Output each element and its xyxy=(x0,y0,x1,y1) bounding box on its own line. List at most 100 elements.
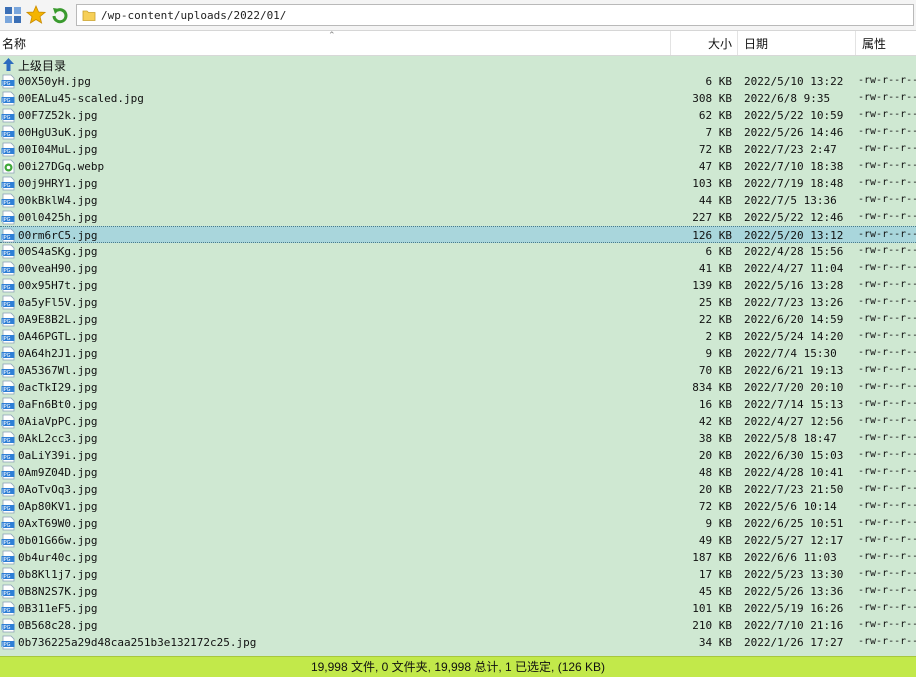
file-size: 72 KB xyxy=(698,500,732,513)
file-row[interactable]: JPG 0Am9Z04D.jpg 48 KB 2022/4/28 10:41 -rw-r… xyxy=(0,464,916,481)
file-row[interactable]: JPG 00l0425h.jpg 227 KB 2022/5/22 12:46 -rw-… xyxy=(0,209,916,226)
file-size: 6 KB xyxy=(705,75,733,88)
svg-text:JPG: JPG xyxy=(1,472,10,478)
file-row[interactable]: JPG 00I04MuL.jpg 72 KB 2022/7/23 2:47 -rw-r-… xyxy=(0,141,916,158)
file-row[interactable]: JPG 00HgU3uK.jpg 7 KB 2022/5/26 14:46 -rw-r-… xyxy=(0,124,916,141)
column-name[interactable]: 名称 xyxy=(2,31,670,55)
file-attributes: -rw-r--r-- xyxy=(858,109,916,120)
file-attributes: -rw-r--r-- xyxy=(858,313,916,324)
column-attr[interactable]: 属性 xyxy=(855,31,916,55)
file-row[interactable]: JPG 0AiaVpPC.jpg 42 KB 2022/4/27 12:56 -rw-r… xyxy=(0,413,916,430)
svg-text:JPG: JPG xyxy=(1,115,10,121)
file-row[interactable]: JPG 00F7Z52k.jpg 62 KB 2022/5/22 10:59 -rw-r… xyxy=(0,107,916,124)
file-size: 20 KB xyxy=(698,483,732,496)
file-date: 2022/6/30 15:03 xyxy=(744,449,844,462)
file-attributes: -rw-r--r-- xyxy=(858,636,916,647)
svg-text:JPG: JPG xyxy=(1,149,10,155)
jpg-file-icon: JPG xyxy=(1,448,16,463)
file-row[interactable]: JPG 00veaH90.jpg 41 KB 2022/4/27 11:04 -rw-r… xyxy=(0,260,916,277)
svg-text:JPG: JPG xyxy=(1,387,10,393)
file-row[interactable]: JPG 0B568c28.jpg 210 KB 2022/7/10 21:16 -rw-… xyxy=(0,617,916,634)
jpg-file-icon: JPG xyxy=(1,261,16,276)
file-row[interactable]: JPG 0A5367Wl.jpg 70 KB 2022/6/21 19:13 -rw-r… xyxy=(0,362,916,379)
file-row[interactable]: JPG 0b4ur40c.jpg 187 KB 2022/6/6 11:03 -rw-r… xyxy=(0,549,916,566)
file-attributes: -rw-r--r-- xyxy=(858,619,916,630)
file-row[interactable]: JPG 00S4aSKg.jpg 6 KB 2022/4/28 15:56 -rw-r-… xyxy=(0,243,916,260)
file-attributes: -rw-r--r-- xyxy=(858,483,916,494)
star-icon[interactable] xyxy=(25,4,47,25)
file-row[interactable]: JPG 0A46PGTL.jpg 2 KB 2022/5/24 14:20 -rw-r-… xyxy=(0,328,916,345)
file-date: 2022/4/28 10:41 xyxy=(744,466,844,479)
file-row[interactable]: JPG 00X50yH.jpg 6 KB 2022/5/10 13:22 -rw-r--… xyxy=(0,73,916,90)
file-row[interactable]: JPG 0AxT69W0.jpg 9 KB 2022/6/25 10:51 -rw-r-… xyxy=(0,515,916,532)
file-row[interactable]: JPG 0A9E8B2L.jpg 22 KB 2022/6/20 14:59 -rw-r… xyxy=(0,311,916,328)
file-name: 00HgU3uK.jpg xyxy=(18,126,98,139)
file-row[interactable]: 00i27DGq.webp 47 KB 2022/7/10 18:38 -rw-r--… xyxy=(0,158,916,175)
file-size: 72 KB xyxy=(698,143,732,156)
file-attributes: -rw-r--r-- xyxy=(858,602,916,613)
refresh-icon[interactable] xyxy=(50,5,70,25)
svg-text:JPG: JPG xyxy=(1,251,10,257)
column-size[interactable]: 大小 xyxy=(670,31,736,55)
file-row[interactable]: JPG 0A64h2J1.jpg 9 KB 2022/7/4 15:30 -rw-r--… xyxy=(0,345,916,362)
jpg-file-icon: JPG xyxy=(1,567,16,582)
file-size: 9 KB xyxy=(705,517,733,530)
file-row[interactable]: JPG 00j9HRY1.jpg 103 KB 2022/7/19 18:48 -rw-… xyxy=(0,175,916,192)
file-attributes: -rw-r--r-- xyxy=(858,177,916,188)
webp-file-icon xyxy=(1,159,16,174)
jpg-file-icon: JPG xyxy=(1,74,16,89)
file-attributes: -rw-r--r-- xyxy=(858,194,916,205)
file-row[interactable]: JPG 0B311eF5.jpg 101 KB 2022/5/19 16:26 -rw-… xyxy=(0,600,916,617)
svg-text:JPG: JPG xyxy=(1,540,10,546)
layout-icon[interactable] xyxy=(3,5,23,25)
path-input[interactable]: /wp-content/uploads/2022/01/ xyxy=(76,4,914,26)
file-row[interactable]: JPG 0aLiY39i.jpg 20 KB 2022/6/30 15:03 -rw-r… xyxy=(0,447,916,464)
jpg-file-icon: JPG xyxy=(1,431,16,446)
file-attributes: -rw-r--r-- xyxy=(858,330,916,341)
file-name: 0aFn6Bt0.jpg xyxy=(18,398,98,411)
file-date: 2022/5/20 13:12 xyxy=(744,229,844,242)
svg-text:JPG: JPG xyxy=(1,132,10,138)
file-row[interactable]: JPG 00x95H7t.jpg 139 KB 2022/5/16 13:28 -rw-… xyxy=(0,277,916,294)
file-row[interactable]: JPG 0aFn6Bt0.jpg 16 KB 2022/7/14 15:13 -rw-r… xyxy=(0,396,916,413)
svg-text:JPG: JPG xyxy=(1,421,10,427)
file-row[interactable]: JPG 0a5yFl5V.jpg 25 KB 2022/7/23 13:26 -rw-r… xyxy=(0,294,916,311)
file-size: 2 KB xyxy=(705,330,733,343)
file-row[interactable]: JPG 0b736225a29d48caa251b3e132172c25.jpg 3… xyxy=(0,634,916,651)
file-date: 2022/6/8 9:35 xyxy=(744,92,831,105)
file-size: 25 KB xyxy=(698,296,732,309)
file-row[interactable]: JPG 0AkL2cc3.jpg 38 KB 2022/5/8 18:47 -rw-r-… xyxy=(0,430,916,447)
file-list[interactable]: 上级目录 JPG 00X50yH.jpg 6 KB 2022/5/10 13:22 -r… xyxy=(0,56,916,656)
file-row[interactable]: JPG 0acTkI29.jpg 834 KB 2022/7/20 20:10 -rw-… xyxy=(0,379,916,396)
jpg-file-icon: JPG xyxy=(1,176,16,191)
file-size: 20 KB xyxy=(698,449,732,462)
file-row[interactable]: JPG 00EALu45-scaled.jpg 308 KB 2022/6/8 9:3… xyxy=(0,90,916,107)
file-row[interactable]: JPG 0AoTvOq3.jpg 20 KB 2022/7/23 21:50 -rw-r… xyxy=(0,481,916,498)
file-name: 0AiaVpPC.jpg xyxy=(18,415,98,428)
file-name: 0A9E8B2L.jpg xyxy=(18,313,98,326)
file-name: 00l0425h.jpg xyxy=(18,211,98,224)
file-date: 2022/7/14 15:13 xyxy=(744,398,844,411)
file-row[interactable]: JPG 0b01G66w.jpg 49 KB 2022/5/27 12:17 -rw-r… xyxy=(0,532,916,549)
column-date[interactable]: 日期 xyxy=(737,31,855,55)
file-row[interactable]: JPG 00rm6rC5.jpg 126 KB 2022/5/20 13:12 -rw-… xyxy=(0,226,916,243)
file-name: 0AxT69W0.jpg xyxy=(18,517,98,530)
file-name: 00F7Z52k.jpg xyxy=(18,109,98,122)
jpg-file-icon: JPG xyxy=(1,329,16,344)
file-row[interactable]: JPG 0B8N2S7K.jpg 45 KB 2022/5/26 13:36 -rw-r… xyxy=(0,583,916,600)
up-arrow-icon xyxy=(1,57,16,72)
svg-text:JPG: JPG xyxy=(1,235,10,241)
file-row[interactable]: JPG 00kBklW4.jpg 44 KB 2022/7/5 13:36 -rw-r-… xyxy=(0,192,916,209)
file-attributes: -rw-r--r-- xyxy=(858,262,916,273)
file-name: 00veaH90.jpg xyxy=(18,262,98,275)
file-name: 0A46PGTL.jpg xyxy=(18,330,98,343)
jpg-file-icon: JPG xyxy=(1,142,16,157)
svg-text:JPG: JPG xyxy=(1,336,10,342)
file-attributes: -rw-r--r-- xyxy=(858,347,916,358)
file-row[interactable]: JPG 0Ap80KV1.jpg 72 KB 2022/5/6 10:14 -rw-r-… xyxy=(0,498,916,515)
file-name: 0a5yFl5V.jpg xyxy=(18,296,98,309)
svg-text:JPG: JPG xyxy=(1,574,10,580)
file-row[interactable]: JPG 0b8Kl1j7.jpg 17 KB 2022/5/23 13:30 -rw-r… xyxy=(0,566,916,583)
parent-directory-row[interactable]: 上级目录 xyxy=(0,56,916,73)
file-date: 2022/5/24 14:20 xyxy=(744,330,844,343)
